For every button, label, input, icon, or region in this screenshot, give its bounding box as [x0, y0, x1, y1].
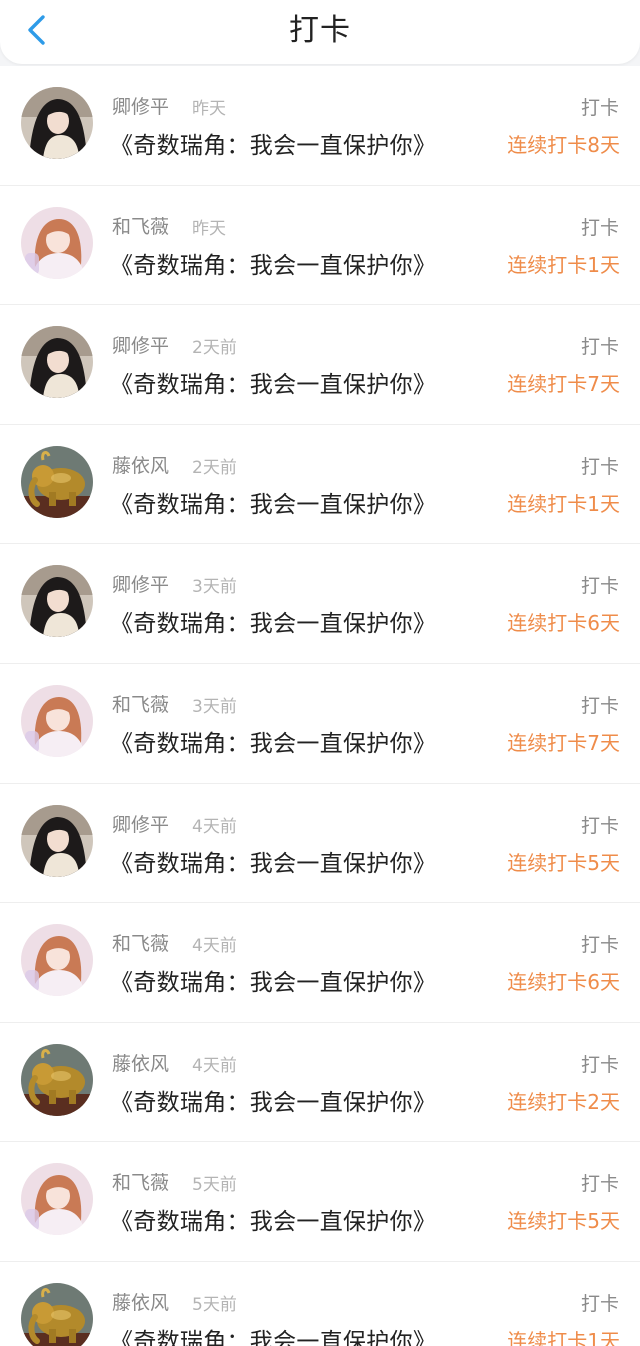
post-time: 3天前: [192, 577, 237, 598]
list-item[interactable]: 卿修平 2天前《奇数瑞角：我会一直保护你》 打卡连续打卡7天: [0, 305, 640, 425]
list-item[interactable]: 和飞薇 5天前《奇数瑞角：我会一直保护你》 打卡连续打卡5天: [0, 1142, 640, 1262]
checkin-label: 打卡: [580, 455, 619, 478]
streak-count: 连续打卡5天: [507, 1209, 620, 1234]
list-item[interactable]: 卿修平 昨天《奇数瑞角：我会一直保护你》 打卡连续打卡8天: [0, 66, 640, 186]
girl-orange-hair-avatar[interactable]: [21, 206, 93, 279]
post-time: 4天前: [192, 816, 237, 837]
checkin-label: 打卡: [580, 1053, 619, 1076]
streak-count: 连续打卡1天: [507, 252, 620, 277]
list-item[interactable]: 藤依风 2天前《奇数瑞角：我会一直保护你》 打卡连续打卡1天: [0, 424, 640, 545]
girl-dark-hair-avatar[interactable]: [21, 326, 93, 399]
checkin-label: 打卡: [580, 694, 619, 717]
list-item[interactable]: 卿修平 4天前《奇数瑞角：我会一直保护你》 打卡连续打卡5天: [0, 783, 640, 904]
book-title: 《奇数瑞角：我会一直保护你》: [110, 491, 437, 518]
book-title: 《奇数瑞角：我会一直保护你》: [110, 970, 437, 997]
post-time: 昨天: [192, 218, 226, 239]
user-name: 和飞薇: [112, 1172, 170, 1195]
user-name: 卿修平: [112, 96, 170, 118]
gold-elephant-avatar[interactable]: [21, 445, 93, 518]
post-time: 4天前: [192, 1055, 237, 1076]
checkin-label: 打卡: [580, 575, 619, 598]
streak-count: 连续打卡7天: [507, 372, 620, 397]
checkin-label: 打卡: [580, 1292, 619, 1315]
post-time: 3天前: [192, 696, 237, 717]
book-title: 《奇数瑞角：我会一直保护你》: [110, 1089, 437, 1116]
post-time: 2天前: [192, 457, 237, 478]
top-bar: 打卡: [0, 0, 640, 64]
post-time: 5天前: [192, 1175, 237, 1196]
checkin-label: 打卡: [580, 97, 619, 119]
girl-orange-hair-avatar[interactable]: [21, 684, 93, 757]
book-title: 《奇数瑞角：我会一直保护你》: [110, 133, 437, 159]
user-name: 卿修平: [112, 574, 170, 597]
user-name: 和飞薇: [112, 933, 170, 956]
list-item[interactable]: 和飞薇 4天前《奇数瑞角：我会一直保护你》 打卡连续打卡6天: [0, 903, 640, 1023]
streak-count: 连续打卡1天: [507, 1328, 620, 1346]
girl-dark-hair-avatar[interactable]: [21, 804, 93, 877]
post-time: 4天前: [192, 936, 237, 957]
streak-count: 连续打卡8天: [507, 133, 620, 157]
user-name: 和飞薇: [112, 693, 170, 716]
book-title: 《奇数瑞角：我会一直保护你》: [110, 1209, 437, 1236]
streak-count: 连续打卡2天: [507, 1089, 620, 1114]
list-item[interactable]: 和飞薇 昨天《奇数瑞角：我会一直保护你》 打卡连续打卡1天: [0, 185, 640, 306]
list-item[interactable]: 藤依风 5天前《奇数瑞角：我会一直保护你》 打卡连续打卡1天: [0, 1261, 640, 1346]
streak-count: 连续打卡5天: [507, 850, 620, 875]
checkin-list[interactable]: 卿修平 昨天 《奇数瑞角：我会一直保护你》 打卡 连续打卡8天 和飞薇 昨天 《奇数瑞角：我…: [0, 66, 640, 1346]
user-name: 藤依风: [112, 1052, 170, 1075]
book-title: 《奇数瑞角：我会一直保护你》: [110, 611, 437, 638]
book-title: 《奇数瑞角：我会一直保护你》: [110, 850, 437, 877]
user-name: 藤依风: [112, 454, 170, 477]
user-name: 卿修平: [112, 335, 170, 358]
checkin-page: 打卡 卿修平 昨天 《奇数瑞角：我会一直保护你》 打卡 连续打卡8天 和飞薇 昨天 《奇数瑞…: [0, 0, 640, 1346]
girl-dark-hair-avatar[interactable]: [21, 87, 93, 159]
streak-count: 连续打卡1天: [507, 491, 620, 516]
streak-count: 连续打卡7天: [507, 730, 620, 755]
checkin-label: 打卡: [580, 216, 619, 239]
book-title: 《奇数瑞角：我会一直保护你》: [110, 252, 437, 279]
checkin-label: 打卡: [580, 1173, 619, 1196]
user-name: 和飞薇: [112, 215, 170, 238]
girl-orange-hair-avatar[interactable]: [21, 1163, 93, 1236]
list-item[interactable]: 卿修平 3天前《奇数瑞角：我会一直保护你》 打卡连续打卡6天: [0, 544, 640, 664]
gold-elephant-avatar[interactable]: [21, 1282, 93, 1346]
girl-dark-hair-avatar[interactable]: [21, 565, 93, 638]
streak-count: 连续打卡6天: [507, 611, 620, 636]
checkin-label: 打卡: [580, 934, 619, 957]
gold-elephant-avatar[interactable]: [21, 1043, 93, 1116]
post-time: 5天前: [192, 1294, 237, 1315]
book-title: 《奇数瑞角：我会一直保护你》: [110, 730, 437, 757]
book-title: 《奇数瑞角：我会一直保护你》: [110, 1328, 437, 1346]
user-name: 卿修平: [112, 813, 170, 836]
post-time: 2天前: [192, 338, 237, 359]
list-item[interactable]: 和飞薇 3天前《奇数瑞角：我会一直保护你》 打卡连续打卡7天: [0, 663, 640, 784]
user-name: 藤依风: [112, 1291, 170, 1314]
checkin-label: 打卡: [580, 336, 619, 359]
checkin-label: 打卡: [580, 814, 619, 837]
page-title: 打卡: [289, 13, 351, 48]
post-time: 昨天: [192, 99, 226, 119]
list-item[interactable]: 藤依风 4天前《奇数瑞角：我会一直保护你》 打卡连续打卡2天: [0, 1022, 640, 1143]
book-title: 《奇数瑞角：我会一直保护你》: [110, 372, 437, 399]
girl-orange-hair-avatar[interactable]: [21, 924, 93, 997]
streak-count: 连续打卡6天: [507, 970, 620, 995]
